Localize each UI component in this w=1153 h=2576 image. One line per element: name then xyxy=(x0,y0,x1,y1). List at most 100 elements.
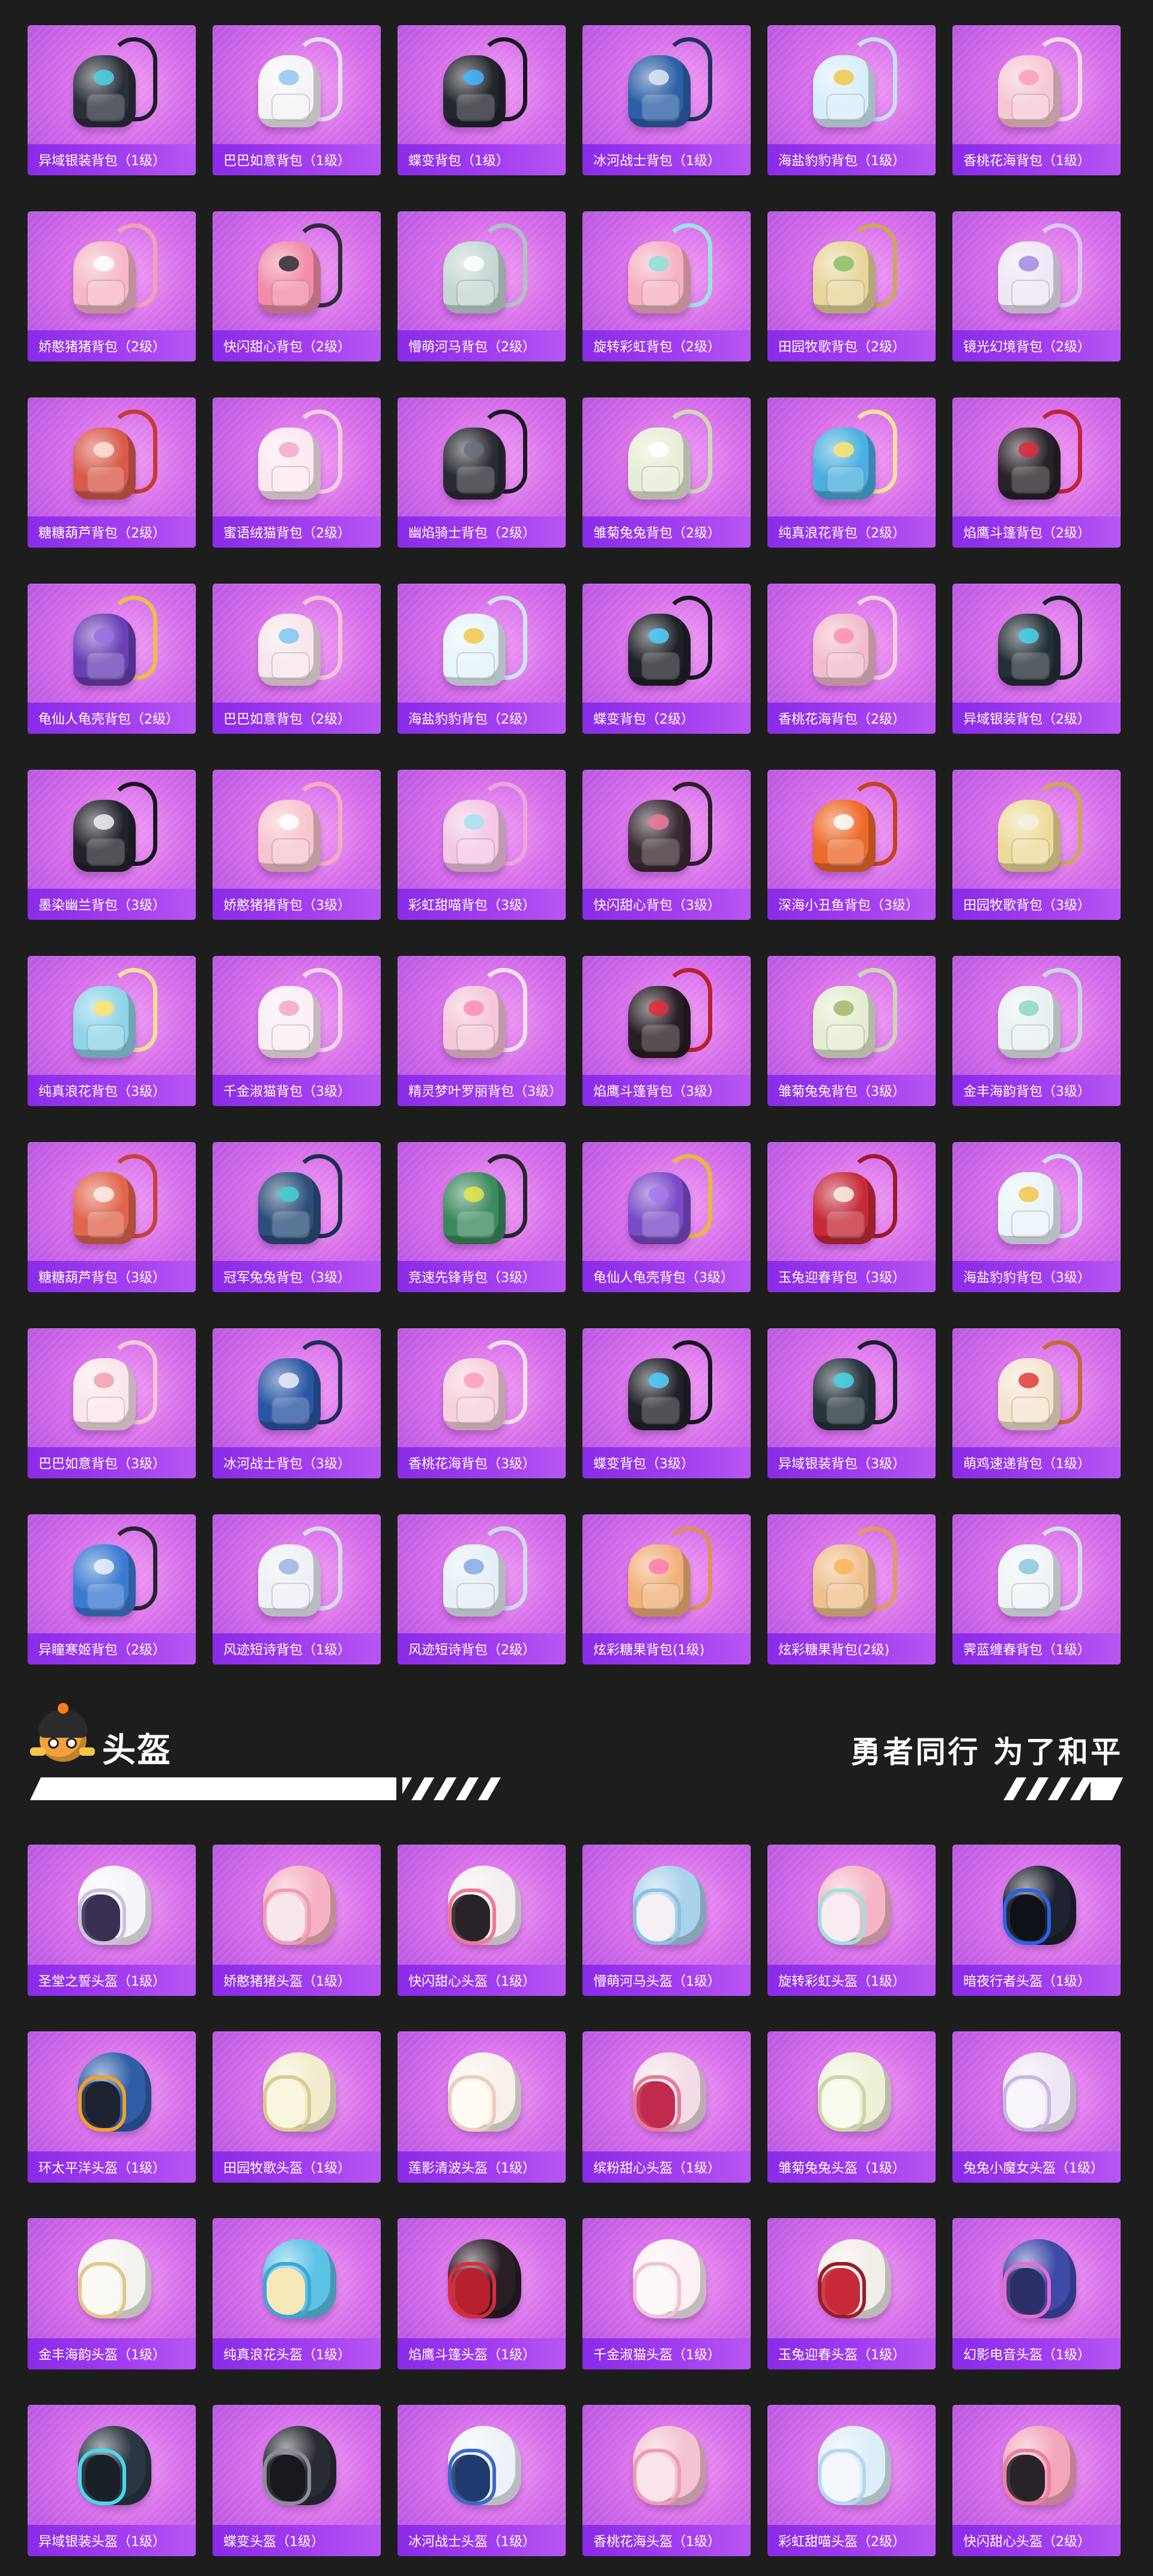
helmet-card[interactable]: 缤粉甜心头盔（1级） xyxy=(583,2031,751,2183)
backpack-card[interactable]: 风迹短诗背包（2级） xyxy=(398,1514,566,1664)
backpack-card[interactable]: 蝶变背包（1级） xyxy=(398,25,566,175)
backpack-card[interactable]: 异瞳寒姬背包（2级） xyxy=(28,1514,196,1664)
backpack-card[interactable]: 海盐豹豹背包（3级） xyxy=(952,1142,1121,1292)
backpack-card[interactable]: 巴巴如意背包（1级） xyxy=(213,25,381,175)
helmet-card[interactable]: 兔兔小魔女头盔（1级） xyxy=(952,2031,1121,2183)
backpack-card[interactable]: 龟仙人龟壳背包（2级） xyxy=(28,584,196,734)
backpack-card[interactable]: 焰鹰斗篷背包（2级） xyxy=(952,398,1121,548)
backpack-card[interactable]: 雏菊兔兔背包（2级） xyxy=(583,398,751,548)
backpack-card[interactable]: 异域银装背包（1级） xyxy=(28,25,196,175)
backpack-card[interactable]: 深海小丑鱼背包（3级） xyxy=(767,770,936,920)
backpack-card[interactable]: 糖糖葫芦背包（2级） xyxy=(28,398,196,548)
helmet-icon xyxy=(422,1852,542,1958)
item-image xyxy=(952,2218,1121,2338)
backpack-card[interactable]: 玉兔迎春背包（3级） xyxy=(767,1142,936,1292)
item-label: 懵萌河马背包（2级） xyxy=(398,330,566,361)
backpack-card[interactable]: 幽焰骑士背包（2级） xyxy=(398,398,566,548)
backpack-card[interactable]: 蝶变背包（2级） xyxy=(583,584,751,734)
helmet-card[interactable]: 纯真浪花头盔（1级） xyxy=(213,2218,381,2369)
helmet-card[interactable]: 快闪甜心头盔（1级） xyxy=(398,1845,566,1996)
backpack-card[interactable]: 田园牧歌背包（2级） xyxy=(767,211,936,361)
helmet-card[interactable]: 焰鹰斗篷头盔（1级） xyxy=(398,2218,566,2369)
helmet-card[interactable]: 快闪甜心头盔（2级） xyxy=(952,2405,1121,2556)
backpack-card[interactable]: 炫彩糖果背包(2级) xyxy=(767,1514,936,1664)
backpack-card[interactable]: 香桃花海背包（1级） xyxy=(952,25,1121,175)
item-label: 彩虹甜喵头盔（2级） xyxy=(767,2525,936,2556)
backpack-card[interactable]: 风迹短诗背包（1级） xyxy=(213,1514,381,1664)
backpack-card[interactable]: 冰河战士背包（1级） xyxy=(583,25,751,175)
backpack-card[interactable]: 巴巴如意背包（2级） xyxy=(213,584,381,734)
helmet-card[interactable]: 幻影电音头盔（1级） xyxy=(952,2218,1121,2369)
decorative-stripe-left xyxy=(30,1777,504,1800)
helmet-icon xyxy=(52,2226,172,2331)
backpack-icon xyxy=(607,592,727,694)
backpack-card[interactable]: 蜜语绒猫背包（2级） xyxy=(213,398,381,548)
helmet-card[interactable]: 玉兔迎春头盔（1级） xyxy=(767,2218,936,2369)
helmet-card[interactable]: 环太平洋头盔（1级） xyxy=(28,2031,196,2183)
helmet-card[interactable]: 旋转彩虹头盔（1级） xyxy=(767,1845,936,1996)
backpack-icon xyxy=(237,778,357,880)
item-label: 竞速先锋背包（3级） xyxy=(398,1261,566,1292)
backpack-card[interactable]: 纯真浪花背包（2级） xyxy=(767,398,936,548)
helmet-card[interactable]: 雏菊兔兔头盔（1级） xyxy=(767,2031,936,2183)
backpack-card[interactable]: 纯真浪花背包（3级） xyxy=(28,956,196,1106)
backpack-card[interactable]: 彩虹甜喵背包（3级） xyxy=(398,770,566,920)
backpack-card[interactable]: 糖糖葫芦背包（3级） xyxy=(28,1142,196,1292)
backpack-card[interactable]: 炫彩糖果背包(1级) xyxy=(583,1514,751,1664)
backpack-card[interactable]: 千金淑猫背包（3级） xyxy=(213,956,381,1106)
helmet-card[interactable]: 千金淑猫头盔（1级） xyxy=(583,2218,751,2369)
backpack-card[interactable]: 竞速先锋背包（3级） xyxy=(398,1142,566,1292)
helmet-card[interactable]: 彩虹甜喵头盔（2级） xyxy=(767,2405,936,2556)
backpack-card[interactable]: 海盐豹豹背包（2级） xyxy=(398,584,566,734)
helmet-card[interactable]: 圣堂之誓头盔（1级） xyxy=(28,1845,196,1996)
backpack-card[interactable]: 金丰海韵背包（3级） xyxy=(952,956,1121,1106)
backpack-card[interactable]: 懵萌河马背包（2级） xyxy=(398,211,566,361)
helmet-card[interactable]: 娇憨猪猪头盔（1级） xyxy=(213,1845,381,1996)
helmet-icon xyxy=(791,2413,912,2518)
backpack-card[interactable]: 焰鹰斗篷背包（3级） xyxy=(583,956,751,1106)
backpack-card[interactable]: 蝶变背包（3级） xyxy=(583,1328,751,1478)
backpack-icon xyxy=(52,34,172,136)
helmet-icon xyxy=(237,2226,357,2331)
helmet-card[interactable]: 暗夜行者头盔（1级） xyxy=(952,1845,1121,1996)
item-label: 龟仙人龟壳背包（2级） xyxy=(28,703,196,734)
backpack-card[interactable]: 龟仙人龟壳背包（3级） xyxy=(583,1142,751,1292)
helmet-card[interactable]: 蝶变头盔（1级） xyxy=(213,2405,381,2556)
helmet-icon xyxy=(237,1852,357,1958)
backpack-card[interactable]: 香桃花海背包（2级） xyxy=(767,584,936,734)
helmet-card[interactable]: 香桃花海头盔（1级） xyxy=(583,2405,751,2556)
backpack-card[interactable]: 巴巴如意背包（3级） xyxy=(28,1328,196,1478)
backpack-card[interactable]: 冰河战士背包（3级） xyxy=(213,1328,381,1478)
backpack-card[interactable]: 霁蓝缠春背包（1级） xyxy=(952,1514,1121,1664)
helmet-card[interactable]: 冰河战士头盔（1级） xyxy=(398,2405,566,2556)
backpack-card[interactable]: 冠军兔兔背包（3级） xyxy=(213,1142,381,1292)
item-label: 冠军兔兔背包（3级） xyxy=(213,1261,381,1292)
helmet-card[interactable]: 田园牧歌头盔（1级） xyxy=(213,2031,381,2183)
item-label: 墨染幽兰背包（3级） xyxy=(28,889,196,920)
backpack-card[interactable]: 精灵梦叶罗丽背包（3级） xyxy=(398,956,566,1106)
item-image xyxy=(398,2405,566,2525)
backpack-card[interactable]: 旋转彩虹背包（2级） xyxy=(583,211,751,361)
helmet-card[interactable]: 莲影清波头盔（1级） xyxy=(398,2031,566,2183)
backpack-icon xyxy=(791,1337,912,1439)
backpack-card[interactable]: 墨染幽兰背包（3级） xyxy=(28,770,196,920)
backpack-card[interactable]: 镜光幻境背包（2级） xyxy=(952,211,1121,361)
backpack-card[interactable]: 快闪甜心背包（2级） xyxy=(213,211,381,361)
backpack-card[interactable]: 萌鸡速递背包（1级） xyxy=(952,1328,1121,1478)
backpack-icon xyxy=(791,1150,912,1253)
helmet-card[interactable]: 懵萌河马头盔（1级） xyxy=(583,1845,751,1996)
item-label: 娇憨猪猪头盔（1级） xyxy=(213,1965,381,1996)
backpack-card[interactable]: 海盐豹豹背包（1级） xyxy=(767,25,936,175)
helmet-icon xyxy=(976,2413,1097,2518)
backpack-card[interactable]: 娇憨猪猪背包（3级） xyxy=(213,770,381,920)
item-label: 霁蓝缠春背包（1级） xyxy=(952,1633,1121,1664)
backpack-card[interactable]: 娇憨猪猪背包（2级） xyxy=(28,211,196,361)
backpack-card[interactable]: 异域银装背包（3级） xyxy=(767,1328,936,1478)
backpack-card[interactable]: 田园牧歌背包（3级） xyxy=(952,770,1121,920)
helmet-card[interactable]: 异域银装头盔（1级） xyxy=(28,2405,196,2556)
backpack-card[interactable]: 香桃花海背包（3级） xyxy=(398,1328,566,1478)
backpack-card[interactable]: 快闪甜心背包（3级） xyxy=(583,770,751,920)
backpack-card[interactable]: 异域银装背包（2级） xyxy=(952,584,1121,734)
helmet-card[interactable]: 金丰海韵头盔（1级） xyxy=(28,2218,196,2369)
backpack-card[interactable]: 雏菊兔兔背包（3级） xyxy=(767,956,936,1106)
